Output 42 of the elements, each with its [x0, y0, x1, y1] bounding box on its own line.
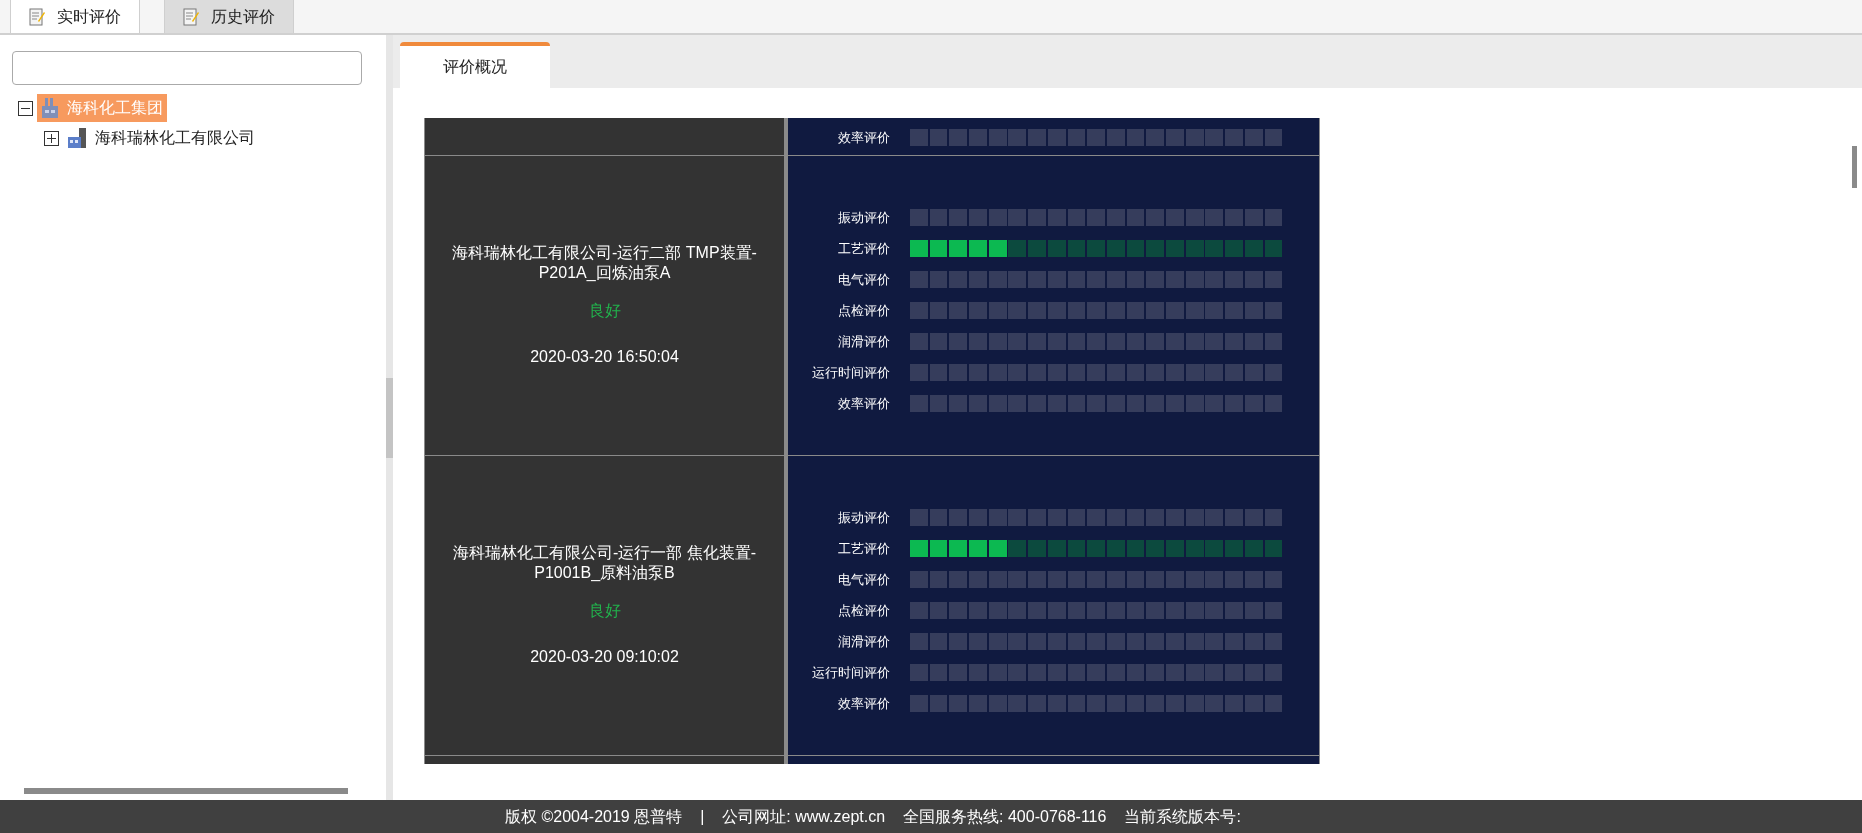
document-edit-icon	[183, 7, 199, 26]
tab[interactable]: 评价概况	[400, 42, 550, 88]
building-icon	[67, 128, 87, 148]
footer-text: 公司网址: www.zept.cn	[722, 806, 886, 827]
rating-label: 运行时间评价	[811, 363, 891, 382]
rating-label: 运行时间评价	[811, 663, 891, 682]
rating-label: 效率评价	[837, 128, 891, 147]
footer-text: 当前系统版本号:	[1124, 806, 1241, 827]
device-name: 海科瑞林化工有限公司-运行二部 TMP装置-P201A_回炼油泵A	[451, 242, 758, 283]
rating-label: 点检评价	[837, 301, 891, 320]
device-status: 良好	[588, 300, 621, 321]
device-time: 2020-03-20 16:50:04	[530, 346, 679, 367]
splitter-handle[interactable]	[386, 377, 393, 458]
device-status: 良好	[588, 600, 621, 621]
vertical-scrollbar[interactable]	[1852, 146, 1857, 188]
document-edit-icon	[29, 7, 45, 26]
tab[interactable]: 历史评价	[164, 0, 294, 33]
tree-item[interactable]: 海科瑞林化工有限公司	[63, 124, 259, 152]
search-field[interactable]	[12, 51, 362, 85]
tree-item-label: 海科瑞林化工有限公司	[95, 128, 255, 148]
footer-text: 版权 ©2004-2019 恩普特	[505, 806, 683, 827]
factory-icon	[41, 98, 59, 118]
rating-label: 效率评价	[837, 394, 891, 413]
rating-label: 振动评价	[837, 508, 891, 527]
rating-label: 电气评价	[837, 270, 891, 289]
expand-icon[interactable]	[44, 130, 59, 146]
rating-label: 润滑评价	[837, 632, 891, 651]
footer-text: |	[700, 806, 705, 827]
rating-label: 点检评价	[837, 601, 891, 620]
device-time: 2020-03-20 09:10:02	[530, 646, 679, 667]
rating-label: 润滑评价	[837, 332, 891, 351]
rating-label: 效率评价	[837, 694, 891, 713]
horizontal-scrollbar[interactable]	[24, 788, 348, 794]
rating-label: 工艺评价	[837, 239, 891, 258]
device-name: 海科瑞林化工有限公司-运行一部 焦化装置-P1001B_原料油泵B	[451, 542, 758, 583]
footer-text: 全国服务热线: 400-0768-116	[903, 806, 1107, 827]
tree-item-label: 海科化工集团	[67, 98, 163, 118]
collapse-icon[interactable]	[18, 100, 33, 116]
rating-label: 工艺评价	[837, 539, 891, 558]
rating-label: 电气评价	[837, 570, 891, 589]
tab[interactable]: 实时评价	[10, 0, 140, 33]
rating-label: 振动评价	[837, 208, 891, 227]
